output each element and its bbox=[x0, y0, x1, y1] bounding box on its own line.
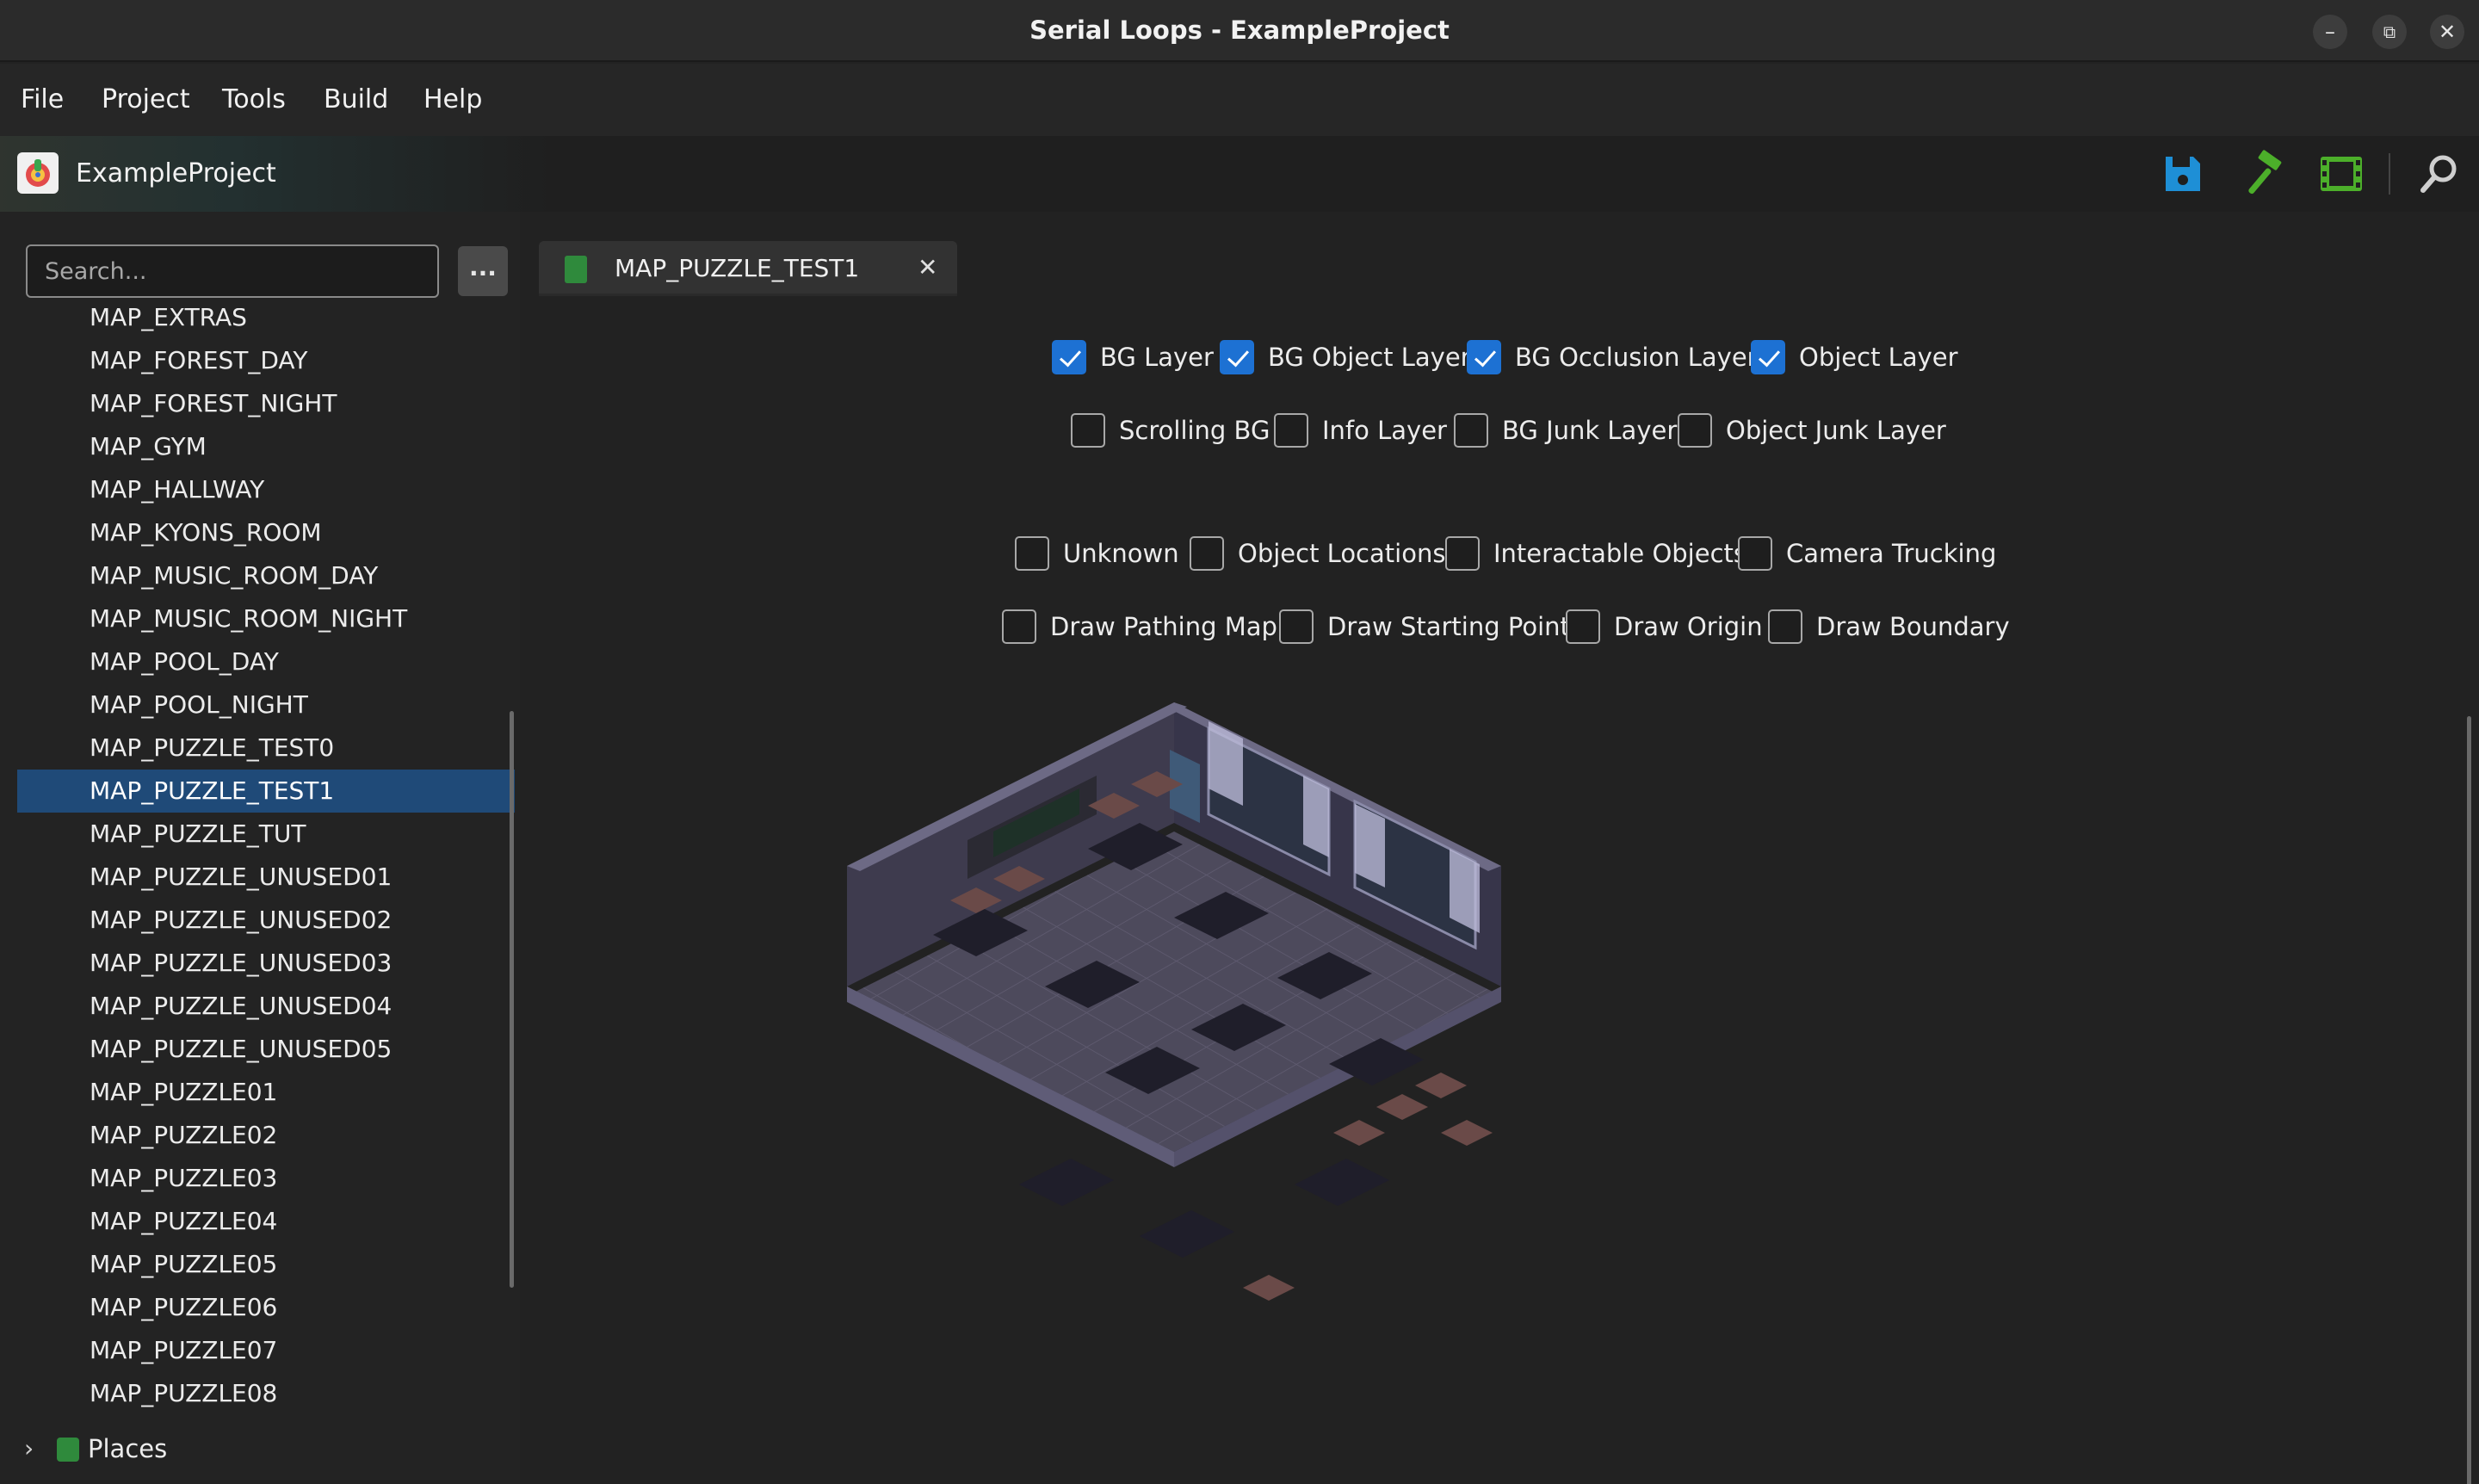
tree-item[interactable]: MAP_HALLWAY bbox=[17, 468, 515, 511]
project-logo-icon bbox=[17, 152, 59, 194]
checkbox[interactable] bbox=[1566, 609, 1600, 644]
more-options-button[interactable]: ... bbox=[458, 246, 508, 296]
minimize-button[interactable]: – bbox=[2313, 15, 2347, 49]
tree-item[interactable]: MAP_PUZZLE_UNUSED02 bbox=[17, 899, 515, 942]
window-title: Serial Loops - ExampleProject bbox=[1029, 15, 1450, 45]
item-tree: MAP_EXTRAS MAP_FOREST_DAY MAP_FOREST_NIGHT… bbox=[0, 308, 520, 1484]
menu-project[interactable]: Project bbox=[102, 64, 190, 136]
tree-item[interactable]: MAP_MUSIC_ROOM_DAY bbox=[17, 554, 515, 597]
tree-item[interactable]: MAP_KYONS_ROOM bbox=[17, 511, 515, 554]
search-input[interactable] bbox=[28, 246, 437, 296]
tab-map-puzzle-test1[interactable]: MAP_PUZZLE_TEST1 ✕ bbox=[539, 241, 957, 296]
checkbox[interactable] bbox=[1678, 413, 1712, 448]
tree-item[interactable]: MAP_POOL_NIGHT bbox=[17, 683, 515, 727]
checkbox-label[interactable]: Object Locations bbox=[1238, 535, 1445, 572]
sidebar-scrollbar[interactable] bbox=[510, 711, 514, 1288]
map-preview bbox=[847, 702, 1734, 1451]
close-button[interactable]: ✕ bbox=[2430, 15, 2464, 49]
menu-bar: File Project Tools Build Help bbox=[0, 64, 2479, 136]
tree-group-label: Places bbox=[88, 1434, 168, 1463]
project-name: ExampleProject bbox=[76, 158, 276, 189]
checkbox-label[interactable]: Info Layer bbox=[1322, 411, 1447, 449]
checkbox-label[interactable]: Draw Origin bbox=[1614, 608, 1763, 646]
tree-item[interactable]: MAP_PUZZLE02 bbox=[17, 1114, 515, 1157]
checkbox-label[interactable]: BG Object Layer bbox=[1268, 338, 1471, 376]
checkbox[interactable] bbox=[1071, 413, 1105, 448]
checkbox-label[interactable]: BG Layer bbox=[1100, 338, 1214, 376]
tree-item[interactable]: MAP_EXTRAS bbox=[17, 308, 515, 339]
search-icon[interactable] bbox=[2415, 150, 2464, 198]
checkbox-label[interactable]: Object Layer bbox=[1799, 338, 1958, 376]
checkbox[interactable] bbox=[1751, 340, 1785, 374]
checkbox[interactable] bbox=[1467, 340, 1501, 374]
tree-item[interactable]: MAP_PUZZLE07 bbox=[17, 1329, 515, 1372]
checkbox-label[interactable]: Draw Boundary bbox=[1816, 608, 2010, 646]
tree-item[interactable]: MAP_PUZZLE_UNUSED04 bbox=[17, 985, 515, 1028]
tree-item[interactable]: MAP_PUZZLE_TEST1 bbox=[17, 770, 515, 813]
checkbox[interactable] bbox=[1738, 536, 1772, 571]
tree-item[interactable]: MAP_GYM bbox=[17, 425, 515, 468]
tree-item[interactable]: MAP_PUZZLE_UNUSED03 bbox=[17, 942, 515, 985]
tree-item[interactable]: MAP_PUZZLE04 bbox=[17, 1200, 515, 1243]
menu-build[interactable]: Build bbox=[324, 64, 388, 136]
checkbox[interactable] bbox=[1768, 609, 1802, 644]
tree-item[interactable]: MAP_MUSIC_ROOM_NIGHT bbox=[17, 597, 515, 640]
maximize-button[interactable]: ⧉ bbox=[2372, 15, 2407, 49]
tab-label: MAP_PUZZLE_TEST1 bbox=[615, 254, 860, 282]
tree-item[interactable]: MAP_PUZZLE05 bbox=[17, 1243, 515, 1286]
checkbox[interactable] bbox=[1052, 340, 1086, 374]
tree-item[interactable]: MAP_FOREST_DAY bbox=[17, 339, 515, 382]
checkbox-label[interactable]: BG Junk Layer bbox=[1502, 411, 1677, 449]
tree-item[interactable]: MAP_PUZZLE08 bbox=[17, 1372, 515, 1415]
tree-item[interactable]: MAP_PUZZLE06 bbox=[17, 1286, 515, 1329]
checkbox[interactable] bbox=[1015, 536, 1049, 571]
tree-group-places[interactable]: › Places bbox=[17, 1427, 508, 1470]
checkbox-label[interactable]: Camera Trucking bbox=[1786, 535, 1996, 572]
menu-file[interactable]: File bbox=[21, 64, 64, 136]
checkbox[interactable] bbox=[1454, 413, 1488, 448]
checkbox[interactable] bbox=[1445, 536, 1480, 571]
checkbox-label[interactable]: Object Junk Layer bbox=[1726, 411, 1946, 449]
tree-item[interactable]: MAP_PUZZLE01 bbox=[17, 1071, 515, 1114]
tree-item[interactable]: MAP_FOREST_NIGHT bbox=[17, 382, 515, 425]
places-icon bbox=[57, 1438, 79, 1462]
tree-item[interactable]: MAP_PUZZLE_TEST0 bbox=[17, 727, 515, 770]
project-toolbar: ExampleProject bbox=[0, 136, 2479, 212]
chevron-right-icon[interactable]: › bbox=[24, 1427, 50, 1470]
checkbox-label[interactable]: Draw Pathing Map bbox=[1050, 608, 1277, 646]
map-file-icon bbox=[565, 256, 587, 283]
checkbox-label[interactable]: Interactable Objects bbox=[1493, 535, 1746, 572]
tree-item[interactable]: MAP_PUZZLE_TUT bbox=[17, 813, 515, 856]
editor-area: MAP_PUZZLE_TEST1 ✕ BG Layer BG Object Lay… bbox=[520, 212, 2479, 1484]
save-icon[interactable] bbox=[2159, 150, 2207, 198]
checkbox[interactable] bbox=[1190, 536, 1224, 571]
search-box[interactable] bbox=[26, 244, 439, 298]
tree-item[interactable]: MAP_PUZZLE_UNUSED01 bbox=[17, 856, 515, 899]
menu-help[interactable]: Help bbox=[423, 64, 482, 136]
editor-scrollbar[interactable] bbox=[2467, 716, 2471, 1484]
toolbar-separator bbox=[2389, 153, 2390, 195]
checkbox[interactable] bbox=[1274, 413, 1308, 448]
checkbox-label[interactable]: BG Occlusion Layer bbox=[1515, 338, 1758, 376]
tab-close-icon[interactable]: ✕ bbox=[918, 241, 937, 296]
tree-item[interactable]: MAP_PUZZLE03 bbox=[17, 1157, 515, 1200]
checkbox-label[interactable]: Scrolling BG bbox=[1119, 411, 1270, 449]
checkbox-label[interactable]: Draw Starting Point bbox=[1327, 608, 1570, 646]
checkbox[interactable] bbox=[1002, 609, 1036, 644]
run-film-icon[interactable] bbox=[2317, 150, 2365, 198]
checkbox-label[interactable]: Unknown bbox=[1063, 535, 1179, 572]
tree-item[interactable]: MAP_PUZZLE_UNUSED05 bbox=[17, 1028, 515, 1071]
checkbox[interactable] bbox=[1279, 609, 1314, 644]
build-hammer-icon[interactable] bbox=[2238, 150, 2286, 198]
title-bar: Serial Loops - ExampleProject – ⧉ ✕ bbox=[0, 0, 2479, 62]
project-sidebar: ... MAP_EXTRASMAP_FOREST_DAYMAP_FOREST_N… bbox=[0, 212, 520, 1484]
checkbox[interactable] bbox=[1220, 340, 1254, 374]
tree-item[interactable]: MAP_POOL_DAY bbox=[17, 640, 515, 683]
menu-tools[interactable]: Tools bbox=[222, 64, 286, 136]
